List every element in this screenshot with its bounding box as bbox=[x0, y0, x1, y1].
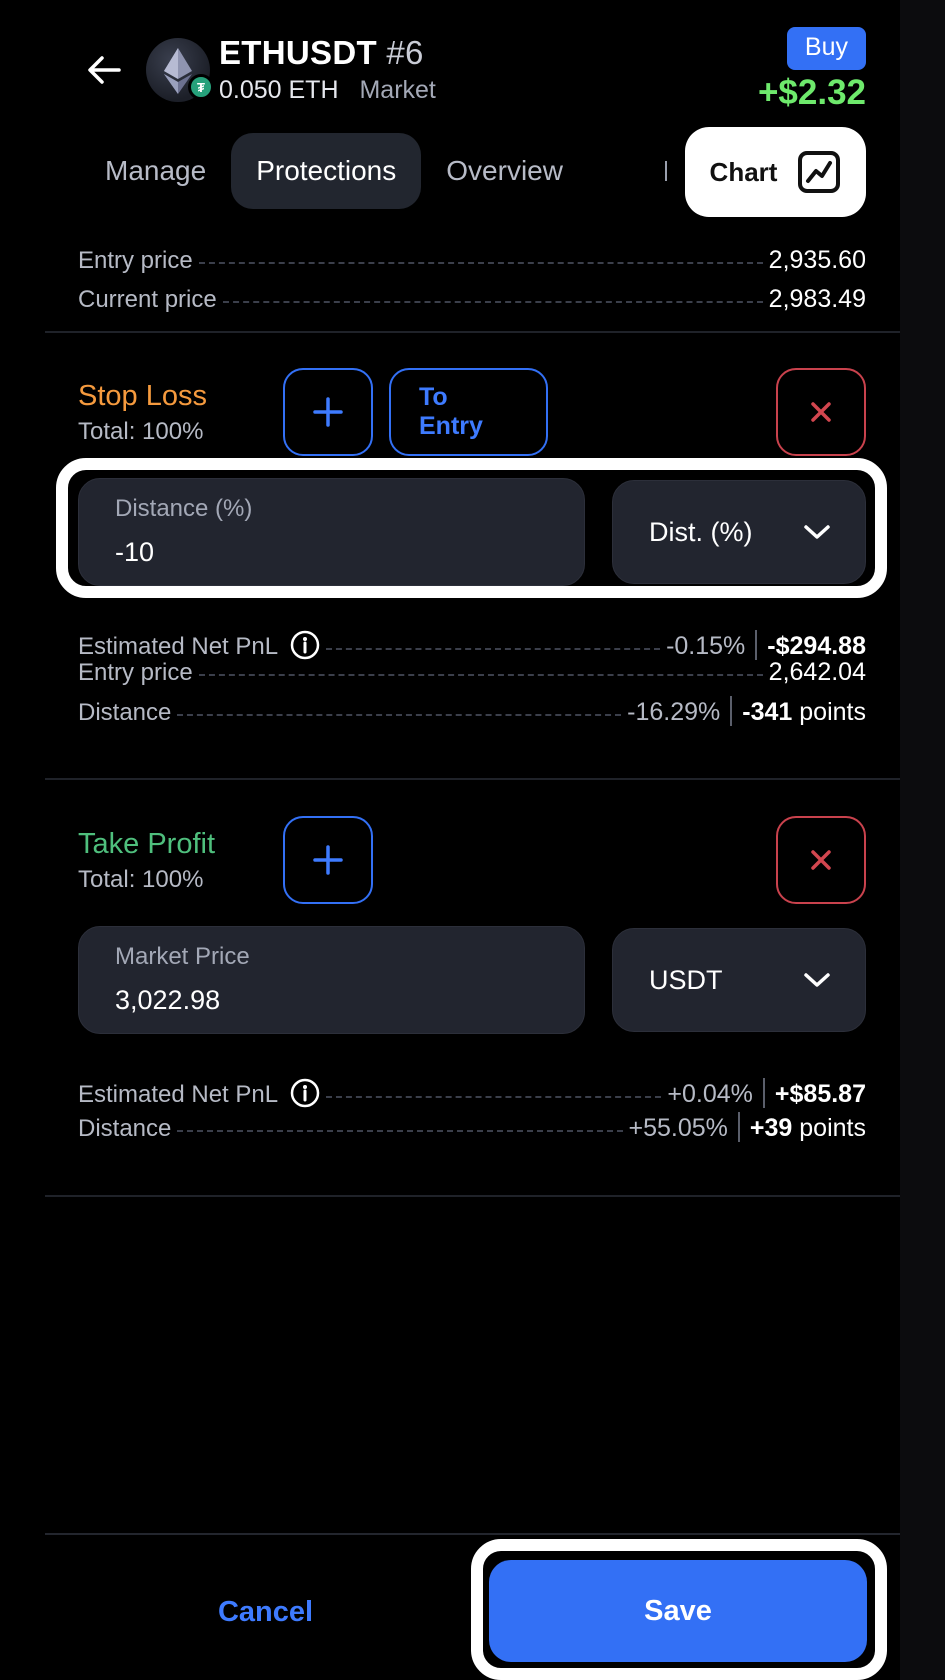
row-percent: -0.15% bbox=[666, 632, 746, 660]
value-separator bbox=[762, 1078, 765, 1108]
take-profit-price-field[interactable]: Market Price bbox=[78, 926, 585, 1034]
value-separator bbox=[730, 696, 733, 726]
row-label: Estimated Net PnL bbox=[78, 1081, 279, 1108]
row-value: 2,983.49 bbox=[768, 285, 866, 313]
plus-icon bbox=[313, 397, 343, 427]
position-number: #6 bbox=[386, 34, 424, 71]
remove-stop-loss-button[interactable] bbox=[776, 368, 866, 456]
points-word: points bbox=[799, 1114, 866, 1142]
row-percent: -16.29% bbox=[627, 698, 721, 726]
dotted-leader bbox=[326, 1096, 662, 1098]
tab-divider bbox=[665, 161, 667, 181]
take-profit-estimated-pnl-row: Estimated Net PnL +0.04% +$85.87 bbox=[78, 1072, 866, 1109]
row-value: -$294.88 bbox=[767, 632, 866, 660]
add-take-profit-button[interactable] bbox=[283, 816, 373, 904]
info-icon[interactable] bbox=[290, 630, 320, 660]
field-label: Market Price bbox=[115, 943, 250, 970]
app-screen: ₮ ETHUSDT #6 0.050 ETH Market Buy +$2.32… bbox=[0, 0, 900, 1680]
position-subtitle: 0.050 ETH Market bbox=[219, 76, 436, 105]
cancel-button[interactable]: Cancel bbox=[178, 1570, 353, 1654]
row-label: Current price bbox=[78, 286, 217, 313]
side-badge: Buy bbox=[786, 27, 866, 70]
chart-line-icon bbox=[798, 151, 841, 193]
tab-protections[interactable]: Protections bbox=[231, 133, 422, 209]
save-button[interactable]: Save bbox=[489, 1560, 867, 1662]
chevron-down-icon bbox=[804, 973, 830, 987]
row-points: +39 bbox=[749, 1114, 793, 1142]
select-value: USDT bbox=[649, 964, 723, 995]
row-label: Distance bbox=[78, 699, 172, 726]
add-stop-loss-button[interactable] bbox=[283, 368, 373, 456]
coin-avatar: ₮ bbox=[146, 38, 214, 102]
dotted-leader bbox=[222, 301, 763, 303]
row-percent: +0.04% bbox=[667, 1080, 753, 1108]
row-percent: +55.05% bbox=[628, 1114, 728, 1142]
row-points: -341 bbox=[742, 698, 793, 726]
section-divider bbox=[45, 331, 900, 333]
dotted-leader bbox=[326, 648, 661, 650]
value-separator bbox=[737, 1112, 740, 1142]
section-divider bbox=[45, 1195, 900, 1197]
stop-loss-distance-input[interactable] bbox=[115, 537, 555, 568]
dotted-leader bbox=[177, 1130, 623, 1132]
row-value: +$85.87 bbox=[774, 1080, 866, 1108]
row-label: Distance bbox=[78, 1115, 172, 1142]
plus-icon bbox=[313, 845, 343, 875]
take-profit-distance-row: Distance +55.05% +39 points bbox=[78, 1106, 866, 1143]
row-label: Entry price bbox=[78, 247, 193, 274]
quantity-label: 0.050 ETH bbox=[219, 76, 339, 104]
select-value: Dist. (%) bbox=[649, 516, 753, 547]
row-value: 2,642.04 bbox=[768, 658, 866, 686]
stop-loss-estimated-pnl-row: Estimated Net PnL -0.15% -$294.88 bbox=[78, 624, 866, 661]
take-profit-price-input[interactable] bbox=[115, 985, 555, 1016]
chevron-down-icon bbox=[804, 525, 830, 539]
order-type-label: Market bbox=[359, 76, 436, 104]
close-icon bbox=[811, 402, 831, 422]
row-label: Estimated Net PnL bbox=[78, 633, 279, 660]
tether-icon: ₮ bbox=[188, 74, 214, 100]
footer-divider bbox=[45, 1533, 900, 1535]
tab-bar: Manage Protections Overview bbox=[80, 133, 588, 209]
chart-button[interactable]: Chart bbox=[685, 127, 866, 217]
points-word: points bbox=[799, 698, 866, 726]
row-value: 2,935.60 bbox=[768, 246, 866, 274]
stop-loss-total: Total: 100% bbox=[78, 418, 204, 445]
to-entry-button[interactable]: To Entry bbox=[389, 368, 548, 456]
symbol-label: ETHUSDT bbox=[219, 34, 377, 71]
stop-loss-title: Stop Loss bbox=[78, 380, 207, 412]
value-separator bbox=[755, 630, 758, 660]
stop-loss-unit-select[interactable]: Dist. (%) bbox=[612, 480, 866, 584]
position-title: ETHUSDT #6 bbox=[219, 34, 424, 72]
back-button[interactable] bbox=[82, 48, 126, 92]
position-pnl: +$2.32 bbox=[757, 73, 866, 112]
stop-loss-entry-price-row: Entry price 2,642.04 bbox=[78, 658, 866, 687]
stop-loss-distance-row: Distance -16.29% -341 points bbox=[78, 690, 866, 727]
chart-button-label: Chart bbox=[709, 156, 778, 187]
arrow-left-icon bbox=[88, 56, 121, 84]
info-icon[interactable] bbox=[290, 1078, 320, 1108]
summary-row-entry-price: Entry price 2,935.60 bbox=[78, 246, 866, 275]
section-divider bbox=[45, 778, 900, 780]
stop-loss-distance-field[interactable]: Distance (%) bbox=[78, 478, 585, 586]
close-icon bbox=[811, 850, 831, 870]
summary-row-current-price: Current price 2,983.49 bbox=[78, 285, 866, 314]
dotted-leader bbox=[198, 262, 763, 264]
take-profit-title: Take Profit bbox=[78, 828, 215, 860]
row-label: Entry price bbox=[78, 659, 193, 686]
field-label: Distance (%) bbox=[115, 495, 253, 522]
dotted-leader bbox=[177, 714, 622, 716]
dotted-leader bbox=[198, 674, 763, 676]
remove-take-profit-button[interactable] bbox=[776, 816, 866, 904]
tab-overview[interactable]: Overview bbox=[421, 133, 588, 209]
take-profit-unit-select[interactable]: USDT bbox=[612, 928, 866, 1032]
take-profit-total: Total: 100% bbox=[78, 866, 204, 893]
tab-manage[interactable]: Manage bbox=[80, 133, 231, 209]
